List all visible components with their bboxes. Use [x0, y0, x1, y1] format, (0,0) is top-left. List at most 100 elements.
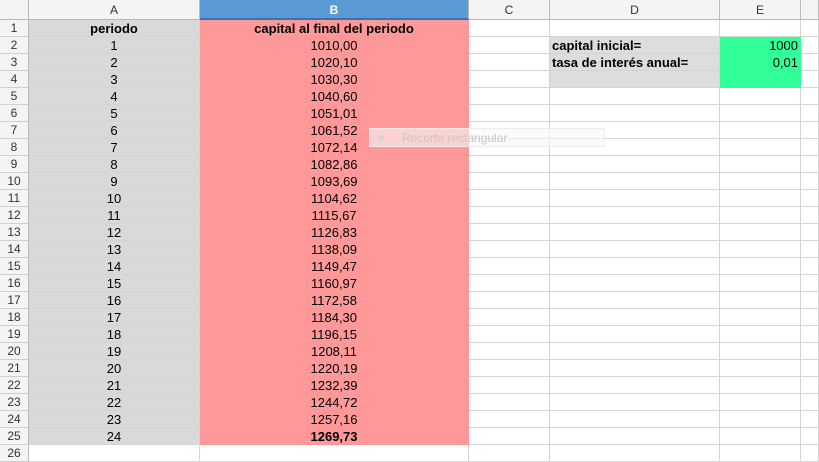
cell-period[interactable]: 12: [29, 224, 200, 241]
cell[interactable]: [720, 241, 801, 258]
row-header[interactable]: 7: [0, 122, 29, 139]
row-header[interactable]: 17: [0, 292, 29, 309]
row-header[interactable]: 8: [0, 139, 29, 156]
column-header-c[interactable]: C: [469, 0, 550, 20]
cell[interactable]: [469, 394, 550, 411]
cell[interactable]: [801, 88, 819, 105]
cell-capital[interactable]: 1244,72: [200, 394, 469, 411]
cell[interactable]: [720, 343, 801, 360]
cell-period[interactable]: 17: [29, 309, 200, 326]
cell-shaded[interactable]: [550, 71, 720, 88]
cell[interactable]: [720, 394, 801, 411]
cell[interactable]: [720, 309, 801, 326]
cell-a1[interactable]: periodo: [29, 20, 200, 37]
cell[interactable]: [720, 445, 801, 462]
cell[interactable]: [801, 428, 819, 445]
cell-period[interactable]: 8: [29, 156, 200, 173]
cell[interactable]: [550, 292, 720, 309]
cell[interactable]: [469, 309, 550, 326]
column-header-f[interactable]: [801, 0, 819, 20]
row-header[interactable]: 1: [0, 20, 29, 37]
cell[interactable]: [801, 122, 819, 139]
cell[interactable]: [720, 275, 801, 292]
cell-capital[interactable]: 1220,19: [200, 360, 469, 377]
cell[interactable]: [469, 411, 550, 428]
cell[interactable]: [550, 309, 720, 326]
cell[interactable]: [550, 156, 720, 173]
cell[interactable]: [801, 343, 819, 360]
cell[interactable]: [469, 173, 550, 190]
cell[interactable]: [720, 292, 801, 309]
cell[interactable]: [469, 71, 550, 88]
cell[interactable]: [801, 292, 819, 309]
cell-period[interactable]: 4: [29, 88, 200, 105]
cell-capital[interactable]: 1093,69: [200, 173, 469, 190]
column-header-d[interactable]: D: [550, 0, 720, 20]
row-header[interactable]: 6: [0, 105, 29, 122]
select-all-corner[interactable]: [0, 0, 29, 20]
cell[interactable]: [801, 54, 819, 71]
cell-capital[interactable]: 1126,83: [200, 224, 469, 241]
cell-period[interactable]: 15: [29, 275, 200, 292]
cell-capital[interactable]: 1104,62: [200, 190, 469, 207]
cell[interactable]: [550, 258, 720, 275]
cell[interactable]: [469, 292, 550, 309]
cell[interactable]: [550, 445, 720, 462]
cell-period[interactable]: 20: [29, 360, 200, 377]
cell[interactable]: [801, 224, 819, 241]
cell[interactable]: [801, 394, 819, 411]
cell[interactable]: [801, 411, 819, 428]
cell[interactable]: [200, 445, 469, 462]
cell[interactable]: [469, 105, 550, 122]
cell[interactable]: [720, 207, 801, 224]
cell-period[interactable]: 14: [29, 258, 200, 275]
row-header[interactable]: 22: [0, 377, 29, 394]
cell[interactable]: [469, 326, 550, 343]
cell[interactable]: [720, 156, 801, 173]
cell[interactable]: [469, 88, 550, 105]
cell[interactable]: [720, 360, 801, 377]
row-header[interactable]: 24: [0, 411, 29, 428]
row-header[interactable]: 10: [0, 173, 29, 190]
cell[interactable]: [469, 54, 550, 71]
cell[interactable]: [550, 411, 720, 428]
cell-capital[interactable]: 1010,00: [200, 37, 469, 54]
cell-period[interactable]: 1: [29, 37, 200, 54]
cell-capital[interactable]: 1232,39: [200, 377, 469, 394]
cell[interactable]: [720, 258, 801, 275]
cell[interactable]: [801, 377, 819, 394]
cell-capital[interactable]: 1030,30: [200, 71, 469, 88]
cell[interactable]: [469, 343, 550, 360]
column-header-e[interactable]: E: [720, 0, 801, 20]
cell-period[interactable]: 11: [29, 207, 200, 224]
cell[interactable]: [469, 190, 550, 207]
cell[interactable]: [720, 224, 801, 241]
cell-period[interactable]: 9: [29, 173, 200, 190]
cell-capital[interactable]: 1138,09: [200, 241, 469, 258]
cell[interactable]: [469, 275, 550, 292]
cell[interactable]: [801, 173, 819, 190]
cell[interactable]: [720, 190, 801, 207]
row-header[interactable]: 12: [0, 207, 29, 224]
row-header[interactable]: 20: [0, 343, 29, 360]
row-header[interactable]: 9: [0, 156, 29, 173]
cell-period[interactable]: 5: [29, 105, 200, 122]
cell-capital[interactable]: 1082,86: [200, 156, 469, 173]
cell[interactable]: [720, 139, 801, 156]
cell[interactable]: [469, 241, 550, 258]
param-value[interactable]: 0,01: [720, 54, 801, 71]
cell-capital[interactable]: 1115,67: [200, 207, 469, 224]
cell-period[interactable]: 18: [29, 326, 200, 343]
row-header[interactable]: 18: [0, 309, 29, 326]
cell-capital[interactable]: 1020,10: [200, 54, 469, 71]
cell-period[interactable]: 22: [29, 394, 200, 411]
row-header[interactable]: 14: [0, 241, 29, 258]
cell-capital[interactable]: 1040,60: [200, 88, 469, 105]
row-header[interactable]: 15: [0, 258, 29, 275]
cell[interactable]: [550, 224, 720, 241]
cell-period[interactable]: 19: [29, 343, 200, 360]
cell[interactable]: [801, 105, 819, 122]
cell-capital[interactable]: 1196,15: [200, 326, 469, 343]
cell[interactable]: [720, 122, 801, 139]
cell[interactable]: [801, 207, 819, 224]
